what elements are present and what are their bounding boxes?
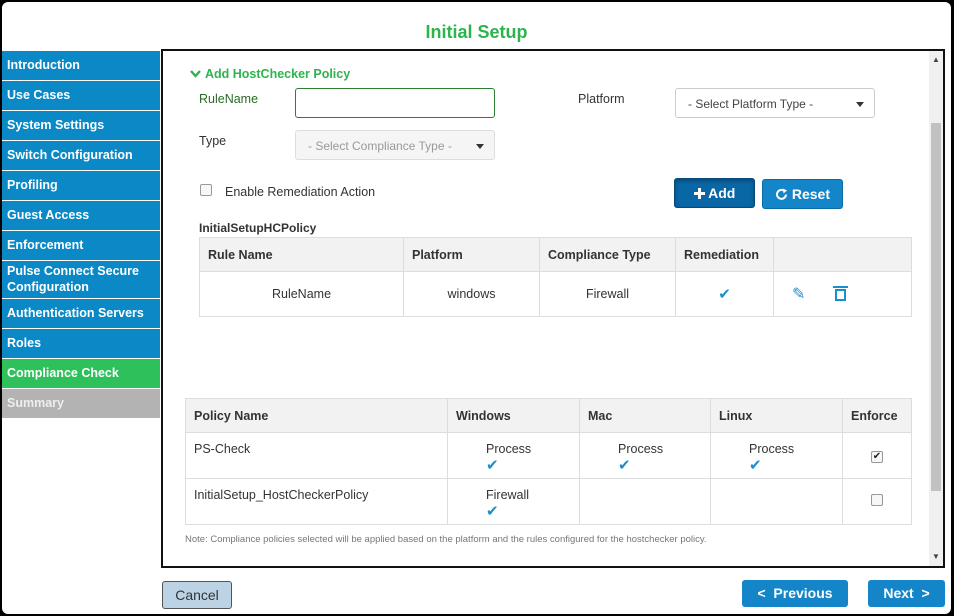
platform-select-value: - Select Platform Type - (688, 97, 814, 111)
sidebar-item-guest-access[interactable]: Guest Access (2, 201, 160, 230)
sidebar-item-switch-configuration[interactable]: Switch Configuration (2, 141, 160, 170)
remediation-checkbox[interactable] (200, 184, 212, 196)
policy-table: Policy Name Windows Mac Linux Enforce PS… (185, 398, 912, 525)
caret-down-icon (856, 102, 864, 107)
cell-policy-name: PS-Check (185, 432, 448, 479)
cell-platform: windows (403, 271, 540, 317)
cell-mac: Process ✔ (579, 432, 711, 479)
cancel-button[interactable]: Cancel (162, 581, 232, 609)
refresh-icon (775, 186, 792, 202)
cell-linux (710, 478, 843, 525)
table-row: RuleName windows Firewall ✔ ✎ (199, 271, 912, 317)
cell-linux-value: Process (749, 442, 795, 456)
col-compliance-type: Compliance Type (539, 237, 676, 272)
cell-windows: Firewall ✔ (447, 478, 580, 525)
col-windows: Windows (447, 398, 580, 433)
rules-table-title: InitialSetupHCPolicy (199, 221, 317, 235)
cell-linux: Process ✔ (710, 432, 843, 479)
policy-table-header: Policy Name Windows Mac Linux Enforce (185, 398, 912, 433)
reset-button-label: Reset (791, 186, 831, 202)
initial-setup-window: Initial Setup Introduction Use Cases Sys… (2, 2, 951, 614)
vertical-scrollbar[interactable]: ▲ ▼ (929, 51, 943, 566)
col-remediation: Remediation (675, 237, 774, 272)
col-actions (773, 237, 912, 272)
add-button[interactable]: Add (674, 178, 755, 208)
enforce-checkbox[interactable]: ✔ (871, 451, 883, 463)
checkmark-icon: ✔ (486, 457, 499, 474)
page-title: Initial Setup (425, 22, 528, 42)
chevron-right-icon: > (921, 585, 930, 601)
cell-mac-value: Process (618, 442, 664, 456)
next-button[interactable]: Next > (868, 580, 945, 607)
table-row: InitialSetup_HostCheckerPolicy Firewall ✔ (185, 478, 912, 525)
scroll-up-arrow-icon[interactable]: ▲ (929, 53, 943, 67)
table-row: PS-Check Process ✔ Process ✔ Process ✔ ✔ (185, 432, 912, 479)
rulename-label: RuleName (199, 92, 259, 106)
checkmark-icon: ✔ (749, 457, 762, 474)
checkmark-icon: ✔ (718, 286, 731, 303)
previous-button[interactable]: < Previous (742, 580, 848, 607)
plus-icon (693, 185, 708, 201)
compliance-type-select-value: - Select Compliance Type - (308, 139, 452, 153)
remediation-label: Enable Remediation Action (225, 185, 376, 199)
sidebar-item-authentication-servers[interactable]: Authentication Servers (2, 299, 160, 328)
cell-actions: ✎ (773, 271, 912, 317)
cell-remediation: ✔ (675, 271, 774, 317)
sidebar-item-compliance-check[interactable]: Compliance Check (2, 359, 160, 388)
scroll-down-arrow-icon[interactable]: ▼ (929, 550, 943, 564)
scrollbar-thumb[interactable] (931, 123, 941, 491)
enforce-checkbox[interactable] (871, 494, 883, 506)
sidebar-item-introduction[interactable]: Introduction (2, 51, 160, 80)
platform-label: Platform (578, 92, 625, 106)
section-header[interactable]: Add HostChecker Policy (190, 67, 350, 81)
sidebar-item-roles[interactable]: Roles (2, 329, 160, 358)
chevron-down-icon (190, 67, 201, 81)
checkmark-icon: ✔ (618, 457, 631, 474)
cell-enforce (842, 478, 912, 525)
cell-compliance-type: Firewall (539, 271, 676, 317)
col-linux: Linux (710, 398, 843, 433)
compliance-type-select: - Select Compliance Type - (295, 130, 495, 160)
sidebar-item-use-cases[interactable]: Use Cases (2, 81, 160, 110)
cell-windows-value: Process (486, 442, 532, 456)
previous-button-label: Previous (773, 585, 833, 601)
chevron-left-icon: < (757, 585, 766, 601)
col-policy-name: Policy Name (185, 398, 448, 433)
cell-windows-value: Firewall (486, 488, 530, 502)
sidebar-item-pulse-connect-secure[interactable]: Pulse Connect Secure Configuration (2, 261, 160, 298)
col-platform: Platform (403, 237, 540, 272)
rulename-input[interactable] (295, 88, 495, 118)
add-button-label: Add (708, 185, 736, 201)
cell-policy-name: InitialSetup_HostCheckerPolicy (185, 478, 448, 525)
cell-enforce: ✔ (842, 432, 912, 479)
cell-mac (579, 478, 711, 525)
rules-table-header: Rule Name Platform Compliance Type Remed… (199, 237, 912, 272)
platform-select[interactable]: - Select Platform Type - (675, 88, 875, 118)
trash-icon[interactable] (832, 286, 848, 301)
col-enforce: Enforce (842, 398, 912, 433)
cell-rule-name: RuleName (199, 271, 404, 317)
reset-button[interactable]: Reset (762, 179, 843, 209)
col-rule-name: Rule Name (199, 237, 404, 272)
pencil-icon[interactable]: ✎ (792, 286, 805, 303)
sidebar-item-system-settings[interactable]: System Settings (2, 111, 160, 140)
sidebar: Introduction Use Cases System Settings S… (2, 51, 160, 419)
rules-table: Rule Name Platform Compliance Type Remed… (199, 237, 912, 317)
caret-down-icon (476, 144, 484, 149)
sidebar-item-profiling[interactable]: Profiling (2, 171, 160, 200)
checkmark-icon: ✔ (486, 503, 499, 520)
compliance-content-panel: Add HostChecker Policy RuleName Platform… (161, 49, 945, 568)
type-label: Type (199, 134, 227, 148)
next-button-label: Next (883, 585, 914, 601)
sidebar-item-summary: Summary (2, 389, 160, 418)
section-title: Add HostChecker Policy (205, 67, 351, 81)
sidebar-item-enforcement[interactable]: Enforcement (2, 231, 160, 260)
col-mac: Mac (579, 398, 711, 433)
cell-windows: Process ✔ (447, 432, 580, 479)
compliance-note: Note: Compliance policies selected will … (185, 534, 707, 545)
